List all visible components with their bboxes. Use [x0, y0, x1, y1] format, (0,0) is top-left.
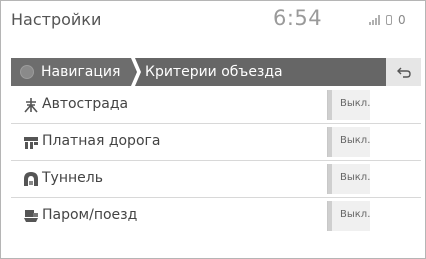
clock: 6:54	[273, 6, 323, 30]
ferry-train-toggle[interactable]: Выкл.	[327, 201, 370, 231]
breadcrumb-separator-icon	[131, 58, 141, 86]
toggle-indicator	[328, 201, 332, 231]
option-label: Платная дорога	[42, 133, 161, 149]
avoidance-options-list: Автострада Выкл. Платная дорога Выкл. Ту…	[11, 87, 421, 235]
toll-road-icon	[24, 137, 38, 149]
toggle-state: Выкл.	[340, 172, 371, 183]
notification-count: 0	[398, 13, 406, 27]
tunnel-icon	[24, 172, 38, 186]
breadcrumb: Навигация Критерии объезда	[11, 58, 421, 86]
breadcrumb-current-label: Критерии объезда	[145, 64, 283, 80]
breadcrumb-navigation[interactable]: Навигация	[11, 58, 135, 86]
breadcrumb-home-label: Навигация	[41, 64, 121, 80]
ferry-train-icon	[24, 210, 38, 222]
back-arrow-icon	[396, 67, 411, 78]
phone-icon	[386, 15, 392, 25]
highway-icon	[24, 98, 38, 113]
highway-toggle[interactable]: Выкл.	[327, 90, 370, 120]
screen: Настройки 6:54 0 Навигация Критерии объе…	[0, 0, 426, 259]
toll-road-toggle[interactable]: Выкл.	[327, 127, 370, 157]
option-row-highway[interactable]: Автострада Выкл.	[11, 87, 421, 124]
navigation-icon	[20, 65, 34, 79]
option-label: Паром/поезд	[42, 207, 138, 223]
toggle-state: Выкл.	[340, 98, 371, 109]
option-row-tunnel[interactable]: Туннель Выкл.	[11, 161, 421, 198]
option-row-toll-road[interactable]: Платная дорога Выкл.	[11, 124, 421, 161]
breadcrumb-current: Критерии объезда	[145, 58, 283, 86]
status-indicators: 0	[369, 13, 406, 27]
toggle-state: Выкл.	[340, 209, 371, 220]
toggle-indicator	[328, 164, 332, 194]
screen-title: Настройки	[11, 10, 102, 29]
option-label: Автострада	[42, 96, 129, 112]
toggle-indicator	[328, 127, 332, 157]
back-button[interactable]	[386, 58, 421, 86]
tunnel-toggle[interactable]: Выкл.	[327, 164, 370, 194]
signal-strength-icon	[369, 15, 380, 25]
status-bar: Настройки 6:54 0	[1, 1, 425, 39]
toggle-state: Выкл.	[340, 135, 371, 146]
option-label: Туннель	[42, 170, 103, 186]
toggle-indicator	[328, 90, 332, 120]
option-row-ferry-train[interactable]: Паром/поезд Выкл.	[11, 198, 421, 235]
